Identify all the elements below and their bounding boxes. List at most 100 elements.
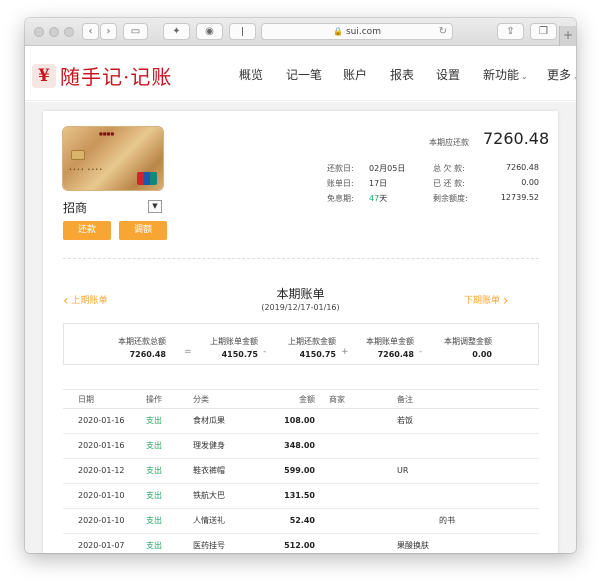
row-note: 果酸换肤 xyxy=(397,541,429,550)
zoom-window-button[interactable] xyxy=(64,27,74,37)
transactions-table: 日期 操作 分类 金额 商家 备注 2020-01-16 支出 食材瓜果 108… xyxy=(63,389,539,553)
nav-reports[interactable]: 报表 xyxy=(390,66,414,83)
next-bill-link[interactable]: 下期账单 › xyxy=(464,293,509,309)
forward-button[interactable]: › xyxy=(100,23,117,40)
reader-button[interactable]: ǀ xyxy=(229,23,256,40)
row-op-link[interactable]: 支出 xyxy=(146,459,162,483)
plus-icon: + xyxy=(562,28,574,42)
repaid-label: 已 还 款: xyxy=(433,179,465,188)
row-op-link[interactable]: 支出 xyxy=(146,434,162,458)
row-note: UR xyxy=(397,466,409,475)
password-button[interactable]: ◉ xyxy=(196,23,223,40)
next-bill-label: 下期账单 xyxy=(464,296,501,306)
row-amount: 131.50 xyxy=(284,491,315,500)
summary-adjustment: 本期调整金额 0.00 xyxy=(428,336,492,359)
minimize-window-button[interactable] xyxy=(49,27,59,37)
repay-button[interactable]: 还款 xyxy=(63,221,111,240)
header-note: 备注 xyxy=(397,395,413,404)
grace-period-unit: 天 xyxy=(379,194,388,203)
nav-accounts[interactable]: 账户 xyxy=(343,66,367,83)
due-amount: 7260.48 xyxy=(483,129,550,148)
bank-select-dropdown[interactable]: ▼ xyxy=(148,200,162,213)
site-header: ¥ 随手记·记账 概览 记一笔 账户 报表 设置 新功能⌄ 更多⌄ xyxy=(25,46,576,101)
address-bar[interactable]: 🔒 sui.com ↻ xyxy=(261,23,453,40)
triangle-down-icon: ▼ xyxy=(152,202,158,210)
browser-toolbar: ‹ › ▭ ✦ ◉ ǀ 🔒 sui.com ↻ ⇪ ❐ + xyxy=(25,18,576,46)
row-amount: 599.00 xyxy=(284,466,315,475)
summary-value: 7260.48 xyxy=(129,350,166,359)
grace-period-days: 47 xyxy=(369,194,380,203)
row-date: 2020-01-10 xyxy=(78,516,125,525)
yen-logo-icon: ¥ xyxy=(32,63,56,88)
nav-more[interactable]: 更多⌄ xyxy=(547,66,576,83)
nav-overview[interactable]: 概览 xyxy=(239,66,263,83)
row-op-link[interactable]: 支出 xyxy=(146,409,162,433)
nav-settings[interactable]: 设置 xyxy=(436,66,460,83)
row-note: 的书 xyxy=(439,516,455,525)
lock-icon: 🔒 xyxy=(333,27,343,36)
row-op-link[interactable]: 支出 xyxy=(146,484,162,508)
key-icon: ◉ xyxy=(205,26,214,37)
chevron-down-icon: ⌄ xyxy=(573,72,576,81)
row-date: 2020-01-12 xyxy=(78,466,125,475)
summary-value: 4150.75 xyxy=(299,350,336,359)
adjust-limit-button[interactable]: 调额 xyxy=(119,221,167,240)
sidebar-icon: ▭ xyxy=(130,26,141,37)
bank-name: 招商 xyxy=(63,201,88,215)
row-category: 鞋衣裤帽 xyxy=(193,466,225,475)
nav-new-features-label: 新功能 xyxy=(483,68,520,82)
summary-label: 上期还款金额 xyxy=(288,337,336,346)
new-tab-button[interactable]: + xyxy=(559,26,576,46)
table-header: 日期 操作 分类 金额 商家 备注 xyxy=(63,389,539,409)
summary-current-bill: 本期账单金额 7260.48 xyxy=(350,336,414,359)
unionpay-logo-icon xyxy=(137,172,157,185)
table-row[interactable]: 2020-01-16 支出 理发健身 348.00 xyxy=(63,434,539,459)
header-category: 分类 xyxy=(193,395,209,404)
table-row[interactable]: 2020-01-07 支出 医药挂号 512.00 果酸换肤 xyxy=(63,534,539,553)
info-icon: ǀ xyxy=(241,26,244,37)
card-bank-mark: ■■■■ xyxy=(99,131,115,136)
reload-icon[interactable]: ↻ xyxy=(439,24,447,39)
row-op-link[interactable]: 支出 xyxy=(146,534,162,553)
share-icon: ⇪ xyxy=(506,26,515,37)
bird-icon: ✦ xyxy=(172,26,181,37)
equals-operator: = xyxy=(184,347,192,357)
statement-date-value: 17日 xyxy=(369,179,388,188)
statement-date-label: 账单日: xyxy=(327,179,354,188)
header-amount: 金额 xyxy=(299,395,315,404)
row-date: 2020-01-10 xyxy=(78,491,125,500)
due-label: 本期应还款 xyxy=(429,138,469,147)
close-window-button[interactable] xyxy=(34,27,44,37)
row-amount: 348.00 xyxy=(284,441,315,450)
minus-operator: - xyxy=(419,347,423,357)
table-row[interactable]: 2020-01-10 支出 铁航大巴 131.50 xyxy=(63,484,539,509)
plus-operator: + xyxy=(341,347,349,357)
table-row[interactable]: 2020-01-12 支出 鞋衣裤帽 599.00 UR xyxy=(63,459,539,484)
extension-button[interactable]: ✦ xyxy=(163,23,190,40)
grace-period-value: 47天 xyxy=(369,193,387,204)
nav-add-record[interactable]: 记一笔 xyxy=(286,66,322,83)
back-button[interactable]: ‹ xyxy=(82,23,99,40)
tabs-icon: ❐ xyxy=(539,26,548,37)
row-op-link[interactable]: 支出 xyxy=(146,509,162,533)
divider xyxy=(63,258,539,259)
row-category: 铁航大巴 xyxy=(193,491,225,500)
total-owed-value: 7260.48 xyxy=(505,163,539,172)
card-number-mark: •••• •••• xyxy=(69,167,104,173)
tabs-button[interactable]: ❐ xyxy=(530,23,557,40)
table-row[interactable]: 2020-01-10 支出 人情送礼 52.40 的书 xyxy=(63,509,539,534)
site-logo[interactable]: ¥ 随手记·记账 xyxy=(32,61,172,90)
table-row[interactable]: 2020-01-16 支出 食材瓜果 108.00 若饭 xyxy=(63,409,539,434)
nav-new-features[interactable]: 新功能 ⌄ xyxy=(483,66,528,83)
header-date: 日期 xyxy=(78,395,94,404)
sidebar-button[interactable]: ▭ xyxy=(123,23,148,40)
header-op: 操作 xyxy=(146,395,162,404)
credit-card-image: ■■■■ •••• •••• xyxy=(63,127,163,190)
row-date: 2020-01-07 xyxy=(78,541,125,550)
remaining-limit-label: 剩余额度: xyxy=(433,194,468,203)
summary-label: 上期账单金额 xyxy=(210,337,258,346)
summary-label: 本期还款总额 xyxy=(118,337,166,346)
summary-prev-repay: 上期还款金额 4150.75 xyxy=(272,336,336,359)
browser-window: ‹ › ▭ ✦ ◉ ǀ 🔒 sui.com ↻ ⇪ ❐ + ¥ 随手记·记账 概览… xyxy=(25,18,576,553)
share-button[interactable]: ⇪ xyxy=(497,23,524,40)
